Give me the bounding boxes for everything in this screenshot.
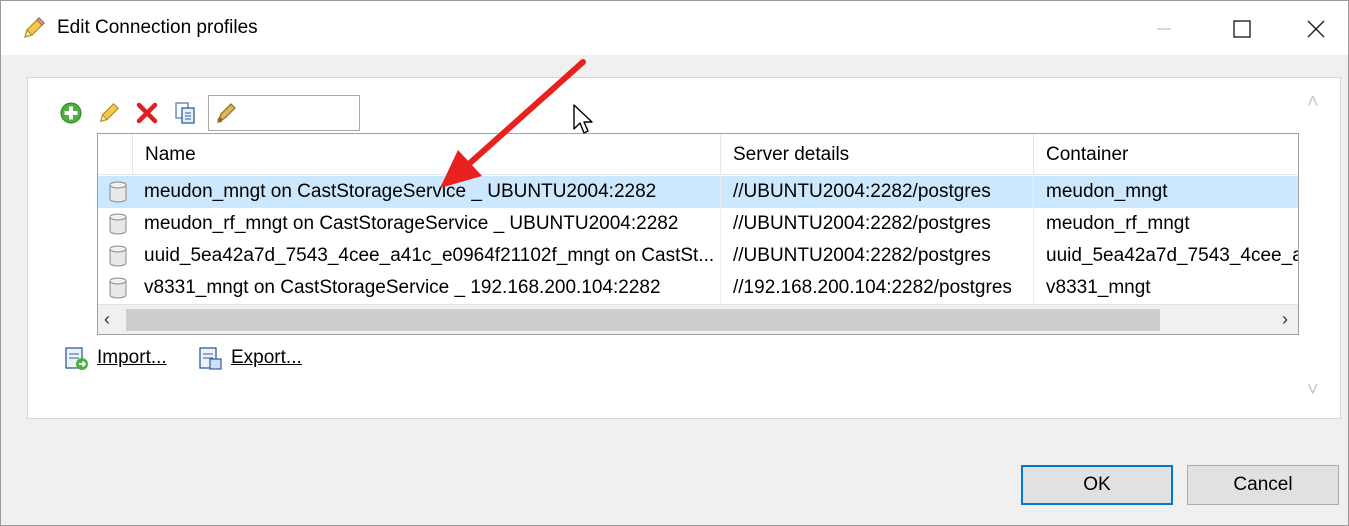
database-icon (109, 277, 127, 299)
minimize-icon (1157, 28, 1171, 30)
add-icon (60, 102, 82, 124)
maximize-button[interactable] (1219, 9, 1265, 49)
column-header-name[interactable]: Name (132, 134, 720, 175)
dialog-window: Edit Connection profiles Name Server det… (0, 0, 1349, 526)
column-header-server[interactable]: Server details (720, 134, 1033, 175)
cell-container: v8331_mngt (1033, 272, 1298, 304)
cell-name: uuid_5ea42a7d_7543_4cee_a41c_e0964f21102… (144, 245, 715, 266)
database-icon (109, 181, 127, 203)
delete-icon (136, 102, 158, 124)
export-link[interactable]: Export... (197, 343, 302, 373)
cell-container: meudon_rf_mngt (1033, 208, 1298, 240)
profiles-table[interactable]: Name Server details Container meudon_mng… (97, 133, 1299, 335)
cell-container: meudon_mngt (1033, 176, 1298, 208)
mouse-cursor-icon (573, 104, 593, 134)
toolbar (59, 95, 211, 131)
database-icon (109, 245, 127, 267)
scroll-up-icon[interactable]: ˄ (1307, 91, 1319, 114)
cell-server-details: //UBUNTU2004:2282/postgres (720, 176, 1033, 208)
import-link[interactable]: Import... (63, 343, 167, 373)
copy-icon (175, 102, 195, 124)
horizontal-scrollbar[interactable]: ‹ › (98, 304, 1298, 334)
pencil-icon (24, 17, 45, 38)
maximize-icon (1233, 20, 1251, 38)
scrollbar-thumb[interactable] (126, 309, 1160, 331)
export-icon (199, 347, 222, 370)
vertical-scrollbar[interactable]: ˄ ˅ (1301, 87, 1331, 413)
import-icon (65, 347, 88, 370)
scroll-left-icon[interactable]: ‹ (104, 309, 110, 330)
title-bar[interactable]: Edit Connection profiles (1, 1, 1348, 55)
edit-button[interactable] (97, 101, 121, 125)
edit-icon (99, 102, 120, 123)
export-link-label[interactable]: Export... (231, 347, 302, 369)
table-row[interactable]: meudon_rf_mngt on CastStorageService _ U… (98, 208, 1298, 240)
cell-server-details: //UBUNTU2004:2282/postgres (720, 240, 1033, 272)
table-row[interactable]: meudon_mngt on CastStorageService _ UBUN… (98, 176, 1298, 208)
table-row[interactable]: v8331_mngt on CastStorageService _ 192.1… (98, 272, 1298, 304)
scroll-down-icon[interactable]: ˅ (1307, 379, 1319, 402)
cell-name: meudon_rf_mngt on CastStorageService _ U… (144, 213, 679, 234)
ok-button[interactable]: OK (1021, 465, 1173, 505)
table-header: Name Server details Container (98, 134, 1298, 175)
scroll-right-icon[interactable]: › (1282, 309, 1288, 330)
copy-button[interactable] (173, 101, 197, 125)
import-link-label[interactable]: Import... (97, 347, 167, 369)
close-button[interactable] (1293, 9, 1339, 49)
close-icon (1307, 20, 1325, 38)
cell-server-details: //192.168.200.104:2282/postgres (720, 272, 1033, 304)
cell-container: uuid_5ea42a7d_7543_4cee_a4 (1033, 240, 1298, 272)
minimize-button[interactable] (1141, 9, 1187, 49)
cell-name: v8331_mngt on CastStorageService _ 192.1… (144, 277, 661, 298)
cell-name: meudon_mngt on CastStorageService _ UBUN… (144, 181, 657, 202)
filter-icon (216, 103, 236, 124)
column-header-container[interactable]: Container (1033, 134, 1298, 175)
cancel-button[interactable]: Cancel (1187, 465, 1339, 505)
add-button[interactable] (59, 101, 83, 125)
database-icon (109, 213, 127, 235)
delete-button[interactable] (135, 101, 159, 125)
cell-server-details: //UBUNTU2004:2282/postgres (720, 208, 1033, 240)
table-row[interactable]: uuid_5ea42a7d_7543_4cee_a41c_e0964f21102… (98, 240, 1298, 272)
window-title: Edit Connection profiles (57, 17, 258, 38)
